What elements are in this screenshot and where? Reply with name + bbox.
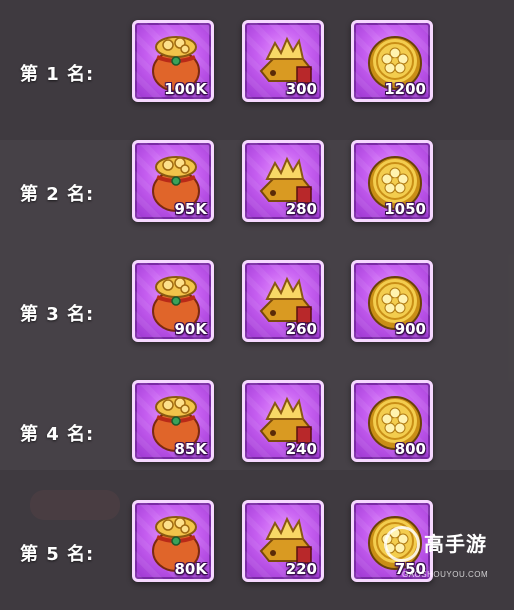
reward-tile-gold-coin[interactable]: 1050 [351, 140, 433, 222]
reward-tile-gold-ingot[interactable]: 240 [242, 380, 324, 462]
quantity-label: 220 [285, 560, 317, 578]
reward-tile-coin-bag[interactable]: 100K [132, 20, 214, 102]
reward-tile-coin-bag[interactable]: 95K [132, 140, 214, 222]
quantity-label: 900 [394, 320, 426, 338]
watermark: 高手游 GAOSHOUYOU.COM [380, 522, 510, 606]
reward-tile-coin-bag[interactable]: 85K [132, 380, 214, 462]
quantity-label: 240 [285, 440, 317, 458]
rank-label: 第 3 名: [20, 304, 95, 325]
watermark-logo-icon [384, 526, 420, 562]
watermark-name: 高手游 [424, 532, 487, 556]
quantity-label: 100K [164, 80, 207, 98]
reward-tile-gold-ingot[interactable]: 280 [242, 140, 324, 222]
reward-tile-gold-ingot[interactable]: 260 [242, 260, 324, 342]
quantity-label: 1050 [384, 200, 426, 218]
reward-tile-gold-ingot[interactable]: 300 [242, 20, 324, 102]
quantity-label: 1200 [384, 80, 426, 98]
rank-row-3: 第 3 名: 90K 260 900 [0, 260, 514, 370]
quantity-label: 80K [174, 560, 208, 578]
reward-tile-coin-bag[interactable]: 80K [132, 500, 214, 582]
rank-row-4: 第 4 名: 85K 240 800 [0, 380, 514, 490]
quantity-label: 800 [394, 440, 426, 458]
rank-label: 第 5 名: [20, 544, 95, 565]
watermark-url: GAOSHOUYOU.COM [402, 570, 489, 579]
quantity-label: 90K [174, 320, 208, 338]
rank-row-2: 第 2 名: 95K 280 1050 [0, 140, 514, 250]
rank-row-1: 第 1 名: 100K 300 1200 [0, 20, 514, 130]
quantity-label: 260 [285, 320, 317, 338]
reward-tile-gold-coin[interactable]: 1200 [351, 20, 433, 102]
quantity-label: 300 [285, 80, 317, 98]
reward-tile-gold-coin[interactable]: 800 [351, 380, 433, 462]
rank-label: 第 4 名: [20, 424, 95, 445]
rank-label: 第 2 名: [20, 184, 95, 205]
reward-tile-gold-ingot[interactable]: 220 [242, 500, 324, 582]
quantity-label: 95K [174, 200, 208, 218]
reward-tile-coin-bag[interactable]: 90K [132, 260, 214, 342]
quantity-label: 85K [174, 440, 208, 458]
quantity-label: 280 [285, 200, 317, 218]
reward-tile-gold-coin[interactable]: 900 [351, 260, 433, 342]
rank-label: 第 1 名: [20, 64, 95, 85]
